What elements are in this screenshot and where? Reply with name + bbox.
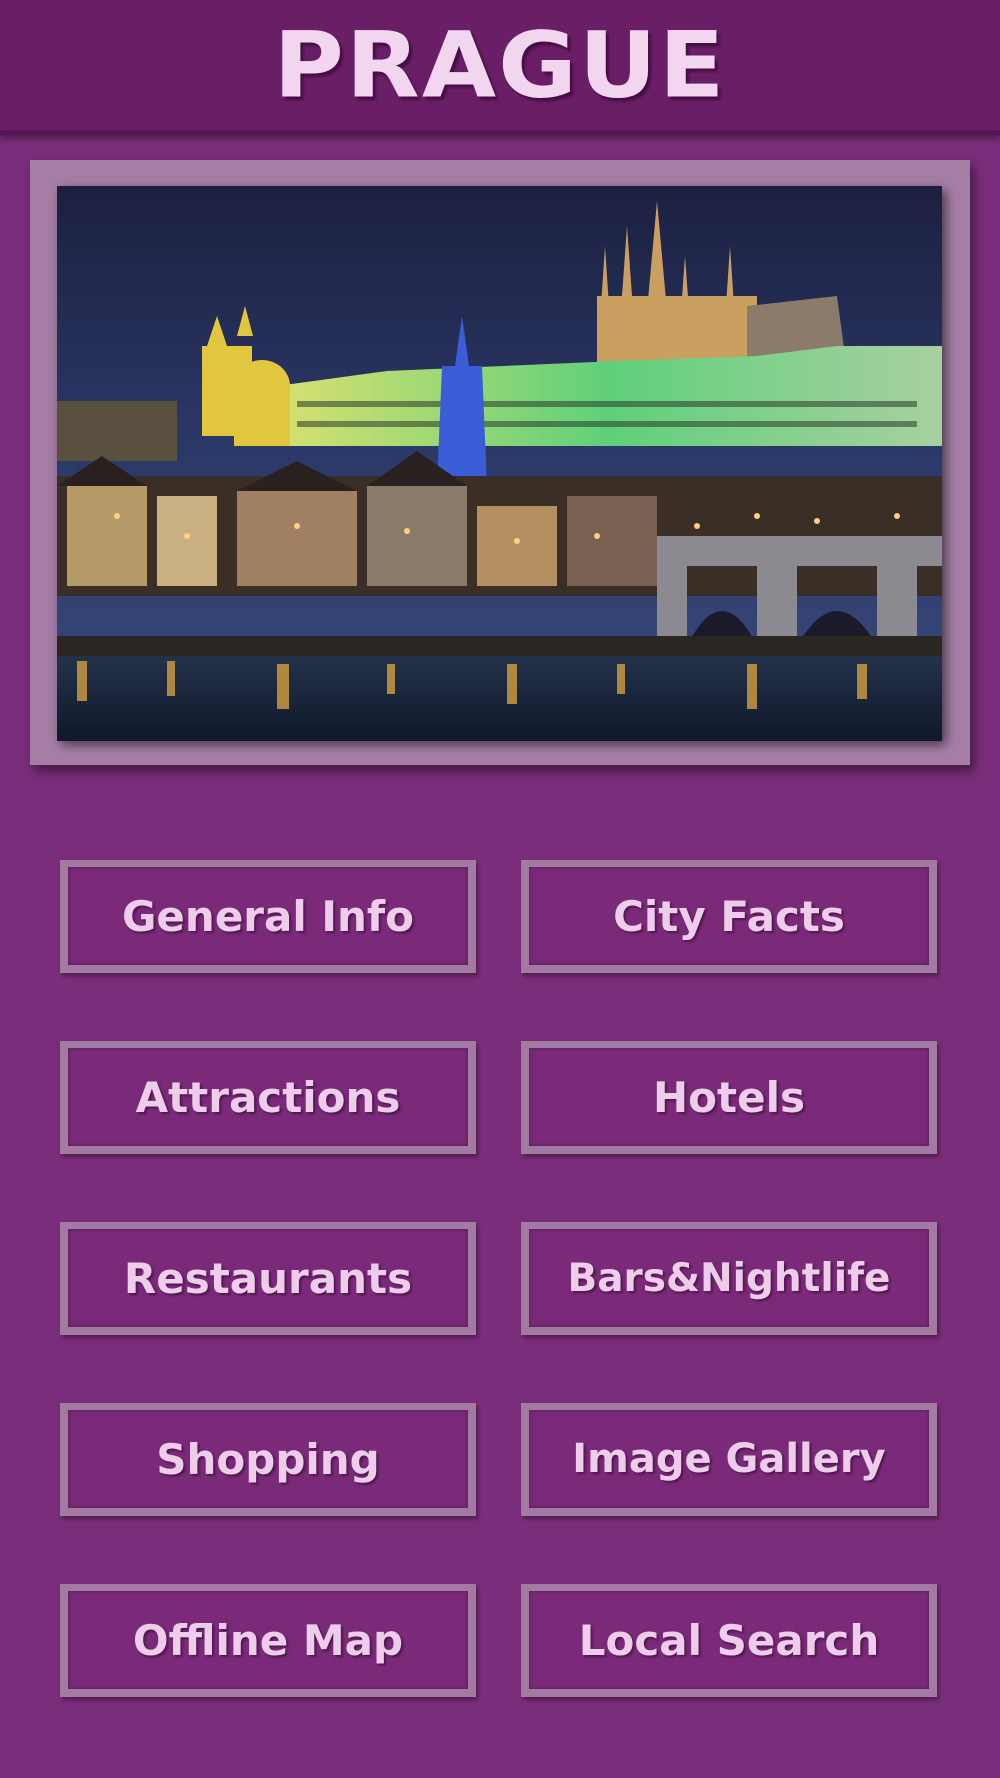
button-label: Hotels [653,1072,805,1122]
hotels-button[interactable]: Hotels [521,1041,937,1154]
button-label: City Facts [613,891,845,941]
attractions-button[interactable]: Attractions [60,1041,476,1154]
button-label: Restaurants [123,1253,413,1303]
hero-photo-frame [30,160,970,765]
page-title: PRAGUE [273,11,727,119]
image-gallery-button[interactable]: Image Gallery [521,1403,937,1516]
bars-nightlife-button[interactable]: Bars&Nightlife [521,1222,937,1335]
local-search-button[interactable]: Local Search [521,1584,937,1697]
button-label: Bars&Nightlife [567,1255,891,1301]
button-label: Image Gallery [572,1436,886,1482]
button-label: General Info [121,891,415,941]
button-label: Local Search [578,1615,880,1665]
app-header: PRAGUE [0,0,1000,135]
button-label: Offline Map [132,1615,404,1665]
general-info-button[interactable]: General Info [60,860,476,973]
button-label: Attractions [135,1072,401,1122]
hero-photo [57,186,942,741]
button-label: Shopping [156,1434,380,1484]
city-facts-button[interactable]: City Facts [521,860,937,973]
restaurants-button[interactable]: Restaurants [60,1222,476,1335]
shopping-button[interactable]: Shopping [60,1403,476,1516]
offline-map-button[interactable]: Offline Map [60,1584,476,1697]
